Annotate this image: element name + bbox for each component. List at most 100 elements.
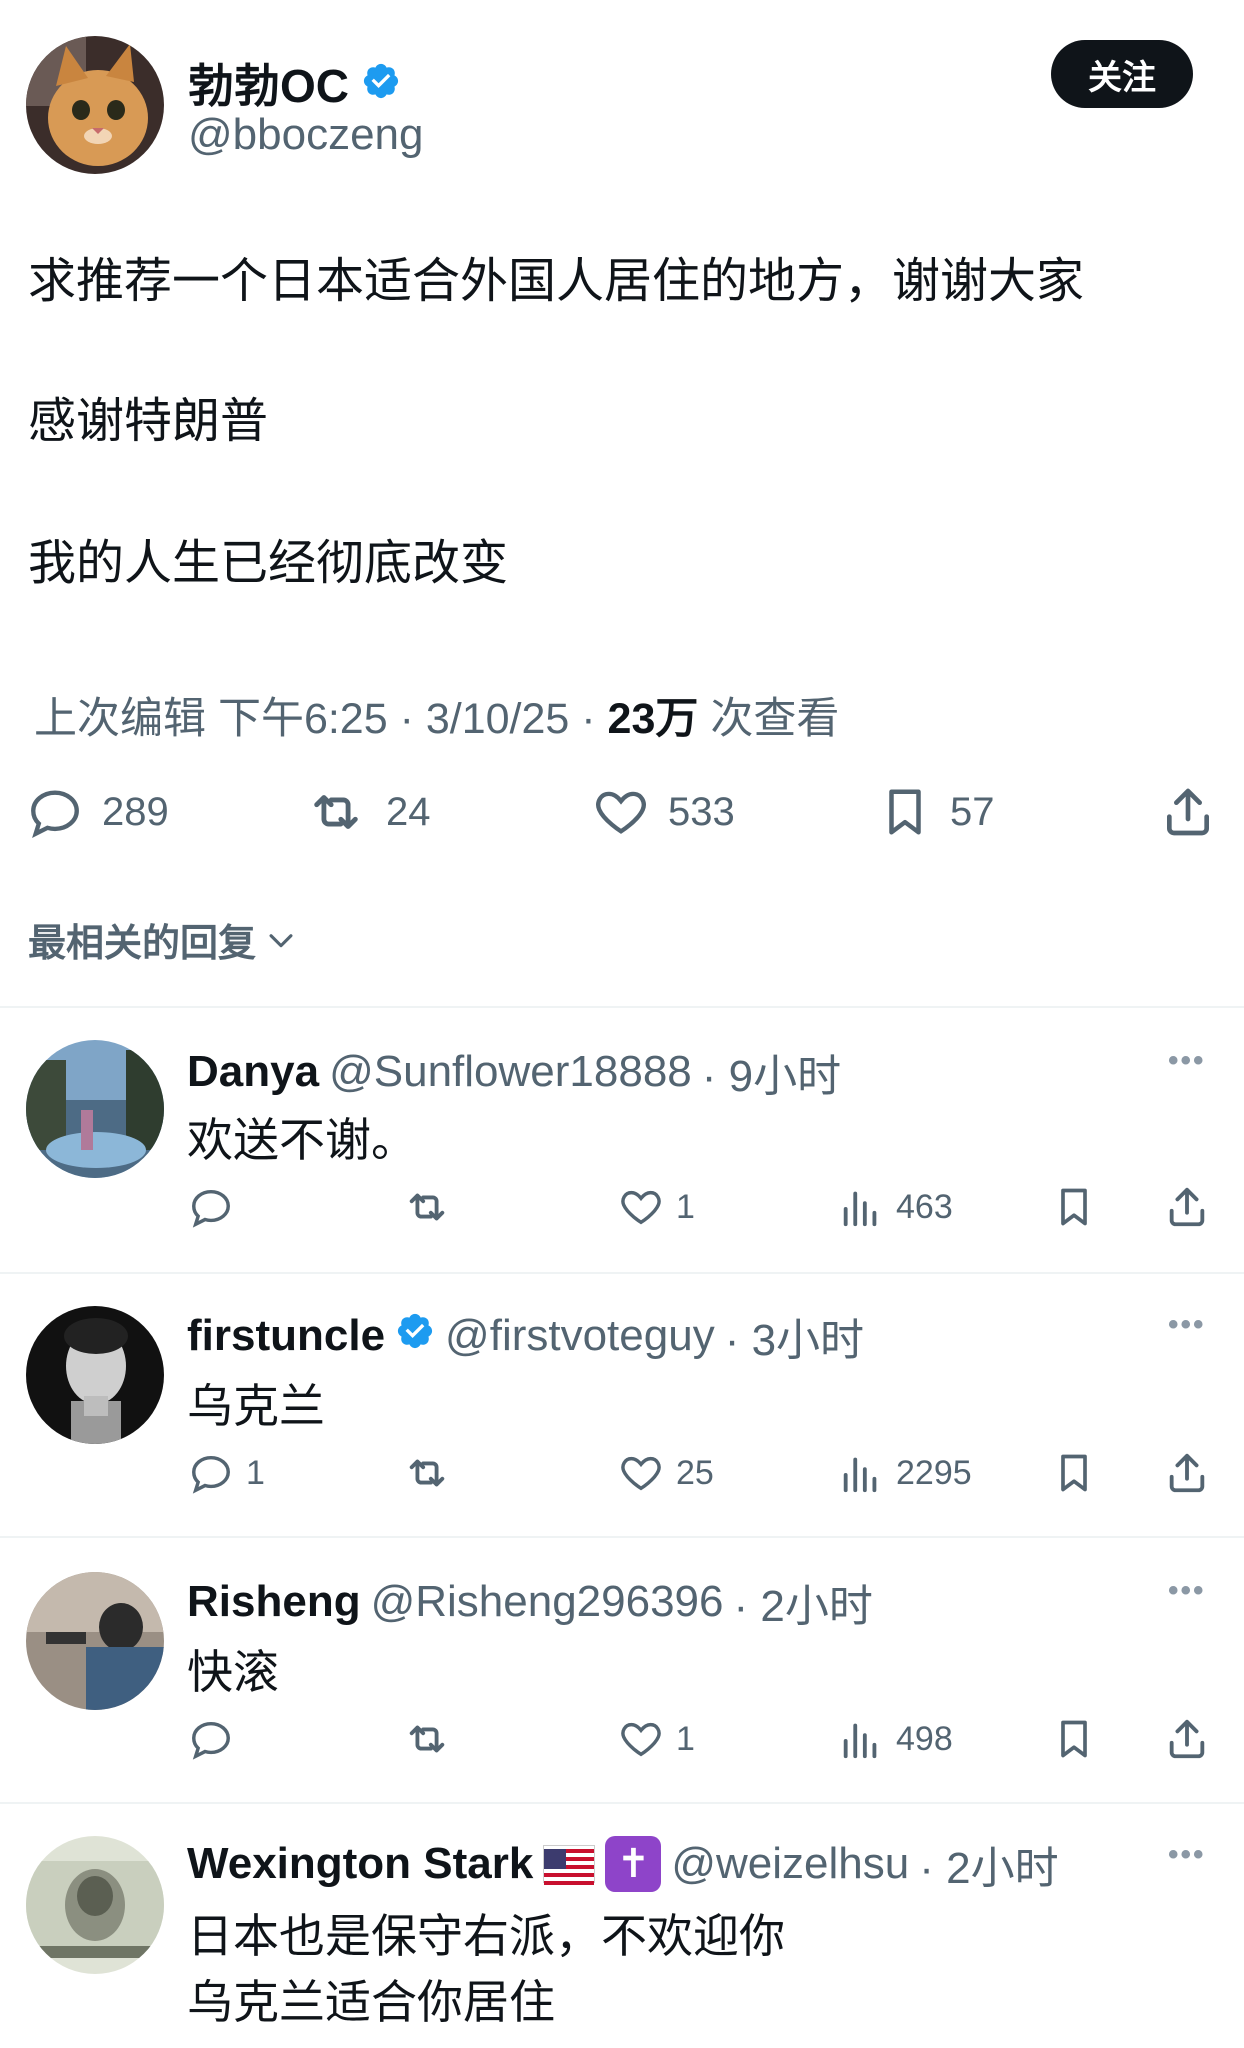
tweet-text-line-3: 我的人生已经彻底改变 xyxy=(28,537,509,590)
reply-time[interactable]: · 2小时 xyxy=(734,1570,873,1634)
bookmark-icon xyxy=(889,789,921,835)
views-count: 2295 xyxy=(896,1453,972,1492)
reply-author-handle[interactable]: @Sunflower18888 xyxy=(329,1047,692,1097)
follow-button[interactable]: 关注 xyxy=(1051,40,1193,108)
divider xyxy=(0,1802,1244,1804)
reply-author-name[interactable]: firstuncle xyxy=(187,1311,385,1361)
bookmark-action[interactable] xyxy=(1052,1716,1108,1762)
reply-avatar[interactable] xyxy=(26,1306,164,1444)
author-avatar[interactable] xyxy=(26,36,164,174)
reply-author-name[interactable]: Risheng xyxy=(187,1577,361,1627)
more-options-icon[interactable]: ••• xyxy=(1168,1574,1206,1608)
reply-header: firstuncle @firstvoteguy · 3小时 xyxy=(187,1304,864,1368)
bookmark-icon xyxy=(1061,1188,1087,1226)
bookmark-stat[interactable]: 57 xyxy=(878,782,995,842)
bookmark-icon xyxy=(1061,1454,1087,1492)
heart-icon xyxy=(621,1456,661,1491)
tweet-views-count: 23万 xyxy=(607,695,699,743)
share-action[interactable] xyxy=(1164,1716,1222,1762)
share-action[interactable] xyxy=(1164,1450,1222,1496)
reply-text: 快滚 xyxy=(187,1646,279,1698)
views-count: 498 xyxy=(896,1719,953,1758)
heart-icon xyxy=(621,1722,661,1757)
latin-cross-icon: ✝ xyxy=(605,1836,662,1892)
like-count: 533 xyxy=(668,789,735,834)
share-icon xyxy=(1169,1187,1205,1227)
reply-author-name[interactable]: Danya xyxy=(187,1047,319,1097)
reply-count: 289 xyxy=(102,789,169,834)
reply-avatar[interactable] xyxy=(26,1836,164,1974)
divider xyxy=(0,1272,1244,1274)
like-stat[interactable]: 533 xyxy=(592,782,735,842)
author-name-row: 勃勃OC xyxy=(188,50,401,116)
reply-time[interactable]: · 3小时 xyxy=(725,1304,864,1368)
reply-text-line-1: 日本也是保守右派，不欢迎你 xyxy=(187,1910,785,1962)
reply-text: 欢送不谢。 xyxy=(187,1114,417,1166)
reply-avatar[interactable] xyxy=(26,1572,164,1710)
reply-count: 1 xyxy=(246,1453,265,1492)
chevron-down-icon xyxy=(269,933,293,947)
reply-sort-label: 最相关的回复 xyxy=(28,923,257,965)
reply-time[interactable]: · 2小时 xyxy=(919,1832,1058,1896)
reply-avatar[interactable] xyxy=(26,1040,164,1178)
like-action[interactable]: 25 xyxy=(618,1450,714,1496)
analytics-icon xyxy=(843,1723,877,1759)
heart-icon xyxy=(596,791,646,834)
reply-action[interactable] xyxy=(188,1184,246,1230)
analytics-icon xyxy=(843,1191,877,1227)
retweet-action[interactable] xyxy=(402,1184,464,1230)
like-count: 25 xyxy=(676,1453,714,1492)
verified-badge-icon xyxy=(361,61,401,106)
reply-stat[interactable]: 289 xyxy=(26,782,169,842)
views-count: 463 xyxy=(896,1187,953,1226)
reply-time[interactable]: · 9小时 xyxy=(702,1040,841,1104)
like-count: 1 xyxy=(676,1719,695,1758)
retweet-icon xyxy=(409,1725,445,1753)
bookmark-action[interactable] xyxy=(1052,1450,1108,1496)
reply-action[interactable] xyxy=(188,1716,246,1762)
like-action[interactable]: 1 xyxy=(618,1184,695,1230)
reply-author-name[interactable]: Wexington Stark xyxy=(187,1839,533,1889)
retweet-action[interactable] xyxy=(402,1450,464,1496)
us-flag-icon xyxy=(543,1845,596,1885)
reply-author-handle[interactable]: @Risheng296396 xyxy=(371,1577,724,1627)
reply-text: 乌克兰 xyxy=(187,1380,325,1432)
reply-header: Wexington Stark ✝ @weizelhsu · 2小时 xyxy=(187,1832,1059,1896)
retweet-count: 24 xyxy=(386,789,431,834)
reply-icon xyxy=(31,790,79,838)
divider xyxy=(0,1006,1244,1008)
heart-icon xyxy=(621,1190,661,1225)
reply-icon xyxy=(192,1189,230,1228)
tweet-timestamp[interactable]: 上次编辑 下午6:25 · 3/10/25 · xyxy=(34,695,596,743)
tweet-meta: 上次编辑 下午6:25 · 3/10/25 · 23万 次查看 xyxy=(34,684,839,746)
share-action[interactable] xyxy=(1164,1184,1222,1230)
bookmark-icon xyxy=(1061,1720,1087,1758)
views-action[interactable]: 463 xyxy=(838,1184,953,1230)
reply-author-handle[interactable]: @weizelhsu xyxy=(671,1839,909,1889)
verified-badge-icon xyxy=(395,1311,435,1362)
views-action[interactable]: 498 xyxy=(838,1716,953,1762)
reply-action[interactable]: 1 xyxy=(188,1450,265,1496)
divider xyxy=(0,1536,1244,1538)
retweet-icon xyxy=(409,1459,445,1487)
retweet-stat[interactable]: 24 xyxy=(304,782,431,842)
reply-author-handle[interactable]: @firstvoteguy xyxy=(445,1311,715,1361)
retweet-icon xyxy=(409,1193,445,1221)
share-button[interactable] xyxy=(1160,782,1234,842)
author-name[interactable]: 勃勃OC xyxy=(188,50,349,116)
share-icon xyxy=(1169,1719,1205,1759)
reply-sort-dropdown[interactable]: 最相关的回复 xyxy=(28,912,298,967)
bookmark-action[interactable] xyxy=(1052,1184,1108,1230)
author-handle[interactable]: @bboczeng xyxy=(188,110,424,160)
tweet-text-line-1: 求推荐一个日本适合外国人居住的地方，谢谢大家 xyxy=(28,255,1085,308)
like-action[interactable]: 1 xyxy=(618,1716,695,1762)
more-options-icon[interactable]: ••• xyxy=(1168,1308,1206,1342)
reply-icon xyxy=(192,1455,230,1494)
share-icon xyxy=(1169,1453,1205,1493)
views-action[interactable]: 2295 xyxy=(838,1450,972,1496)
retweet-action[interactable] xyxy=(402,1716,464,1762)
bookmark-count: 57 xyxy=(950,789,995,834)
more-options-icon[interactable]: ••• xyxy=(1168,1044,1206,1078)
more-options-icon[interactable]: ••• xyxy=(1168,1838,1206,1872)
reply-icon xyxy=(192,1721,230,1760)
